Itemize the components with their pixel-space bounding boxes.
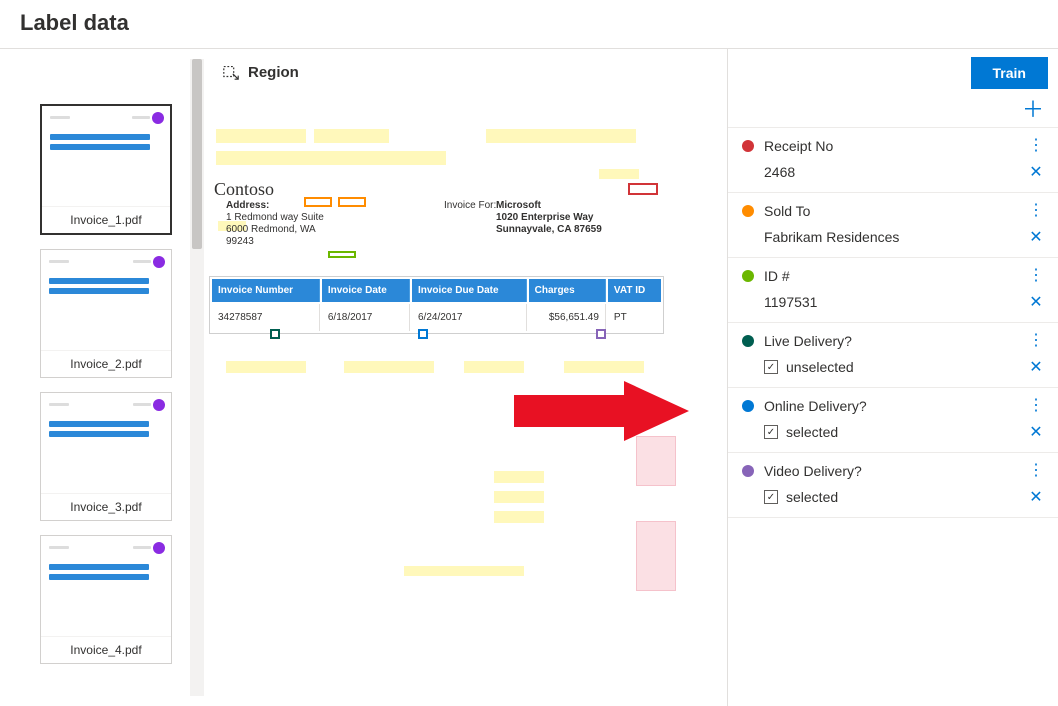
canvas-toolbar: Region: [204, 49, 727, 91]
field-name[interactable]: Sold To: [764, 203, 1018, 219]
label-field: Receipt No ⋮ 2468 ✕: [728, 128, 1058, 193]
field-name[interactable]: Video Delivery?: [764, 463, 1018, 479]
field-value: selected: [786, 489, 1020, 505]
table-header: Invoice Date: [322, 279, 410, 302]
field-menu-icon[interactable]: ⋮: [1028, 398, 1044, 414]
file-thumb[interactable]: Invoice_2.pdf: [40, 249, 172, 378]
field-menu-icon[interactable]: ⋮: [1028, 138, 1044, 154]
checkbox-icon: ✓: [764, 490, 778, 504]
invoice-table: Invoice Number Invoice Date Invoice Due …: [209, 276, 664, 334]
table-cell: 6/24/2017: [412, 304, 527, 331]
labeled-dot-icon: [153, 399, 165, 411]
file-thumb[interactable]: Invoice_1.pdf: [40, 104, 172, 235]
field-menu-icon[interactable]: ⋮: [1028, 203, 1044, 219]
doc-company: Contoso: [214, 179, 274, 200]
table-cell: 34278587: [212, 304, 320, 331]
field-menu-icon[interactable]: ⋮: [1028, 463, 1044, 479]
label-field: ID # ⋮ 1197531 ✕: [728, 258, 1058, 323]
field-menu-icon[interactable]: ⋮: [1028, 268, 1044, 284]
selection-marker: [270, 329, 280, 339]
clear-value-icon[interactable]: ✕: [1028, 357, 1044, 377]
region-box[interactable]: [636, 521, 676, 591]
label-field: Online Delivery? ⋮ ✓ selected ✕: [728, 388, 1058, 453]
region-box[interactable]: [636, 436, 676, 486]
file-thumb[interactable]: Invoice_3.pdf: [40, 392, 172, 521]
file-name: Invoice_4.pdf: [41, 636, 171, 663]
table-header: Invoice Number: [212, 279, 320, 302]
field-color-dot: [742, 140, 754, 152]
field-value: 2468: [764, 164, 1020, 180]
selection-marker: [418, 329, 428, 339]
file-list-scrollbar[interactable]: [190, 59, 204, 696]
doc-address-line: 99243: [226, 235, 254, 249]
field-value: selected: [786, 424, 1020, 440]
field-name[interactable]: Live Delivery?: [764, 333, 1018, 349]
region-icon: [222, 63, 240, 81]
doc-invoice-for-label: Invoice For:: [444, 199, 496, 213]
field-value: unselected: [786, 359, 1020, 375]
file-name: Invoice_1.pdf: [42, 206, 170, 233]
field-color-dot: [742, 400, 754, 412]
file-list: Invoice_1.pdf Invoice_2.pdf: [0, 49, 190, 706]
labeled-dot-icon: [152, 112, 164, 124]
label-field: Live Delivery? ⋮ ✓ unselected ✕: [728, 323, 1058, 388]
labeled-dot-icon: [153, 256, 165, 268]
table-cell: $56,651.49: [529, 304, 606, 331]
clear-value-icon[interactable]: ✕: [1028, 422, 1044, 442]
clear-value-icon[interactable]: ✕: [1028, 292, 1044, 312]
file-thumb[interactable]: Invoice_4.pdf: [40, 535, 172, 664]
checkbox-icon: ✓: [764, 360, 778, 374]
field-name[interactable]: ID #: [764, 268, 1018, 284]
annotation-arrow-icon: [514, 381, 694, 441]
table-cell: 6/18/2017: [322, 304, 410, 331]
doc-invoice-for-line: Sunnayvale, CA 87659: [496, 223, 602, 237]
train-button[interactable]: Train: [971, 57, 1048, 89]
field-name[interactable]: Receipt No: [764, 138, 1018, 154]
field-color-dot: [742, 270, 754, 282]
field-value: Fabrikam Residences: [764, 229, 1020, 245]
document-canvas[interactable]: Contoso Address: 1 Redmond way Suite 600…: [204, 91, 727, 706]
label-field: Video Delivery? ⋮ ✓ selected ✕: [728, 453, 1058, 518]
label-panel: Train ＋ Receipt No ⋮ 2468 ✕: [728, 49, 1058, 706]
table-header: Charges: [529, 279, 606, 302]
page-title: Label data: [0, 0, 1058, 49]
selection-marker: [596, 329, 606, 339]
table-header: Invoice Due Date: [412, 279, 527, 302]
label-field: Sold To ⋮ Fabrikam Residences ✕: [728, 193, 1058, 258]
field-color-dot: [742, 205, 754, 217]
region-tool-label[interactable]: Region: [248, 64, 299, 81]
clear-value-icon[interactable]: ✕: [1028, 162, 1044, 182]
clear-value-icon[interactable]: ✕: [1028, 487, 1044, 507]
labeled-dot-icon: [153, 542, 165, 554]
clear-value-icon[interactable]: ✕: [1028, 227, 1044, 247]
file-name: Invoice_2.pdf: [41, 350, 171, 377]
field-color-dot: [742, 465, 754, 477]
table-cell: PT: [608, 304, 661, 331]
checkbox-icon: ✓: [764, 425, 778, 439]
table-header: VAT ID: [608, 279, 661, 302]
field-name[interactable]: Online Delivery?: [764, 398, 1018, 414]
field-color-dot: [742, 335, 754, 347]
add-label-icon[interactable]: ＋: [1022, 99, 1044, 121]
field-value: 1197531: [764, 294, 1020, 310]
field-menu-icon[interactable]: ⋮: [1028, 333, 1044, 349]
file-name: Invoice_3.pdf: [41, 493, 171, 520]
